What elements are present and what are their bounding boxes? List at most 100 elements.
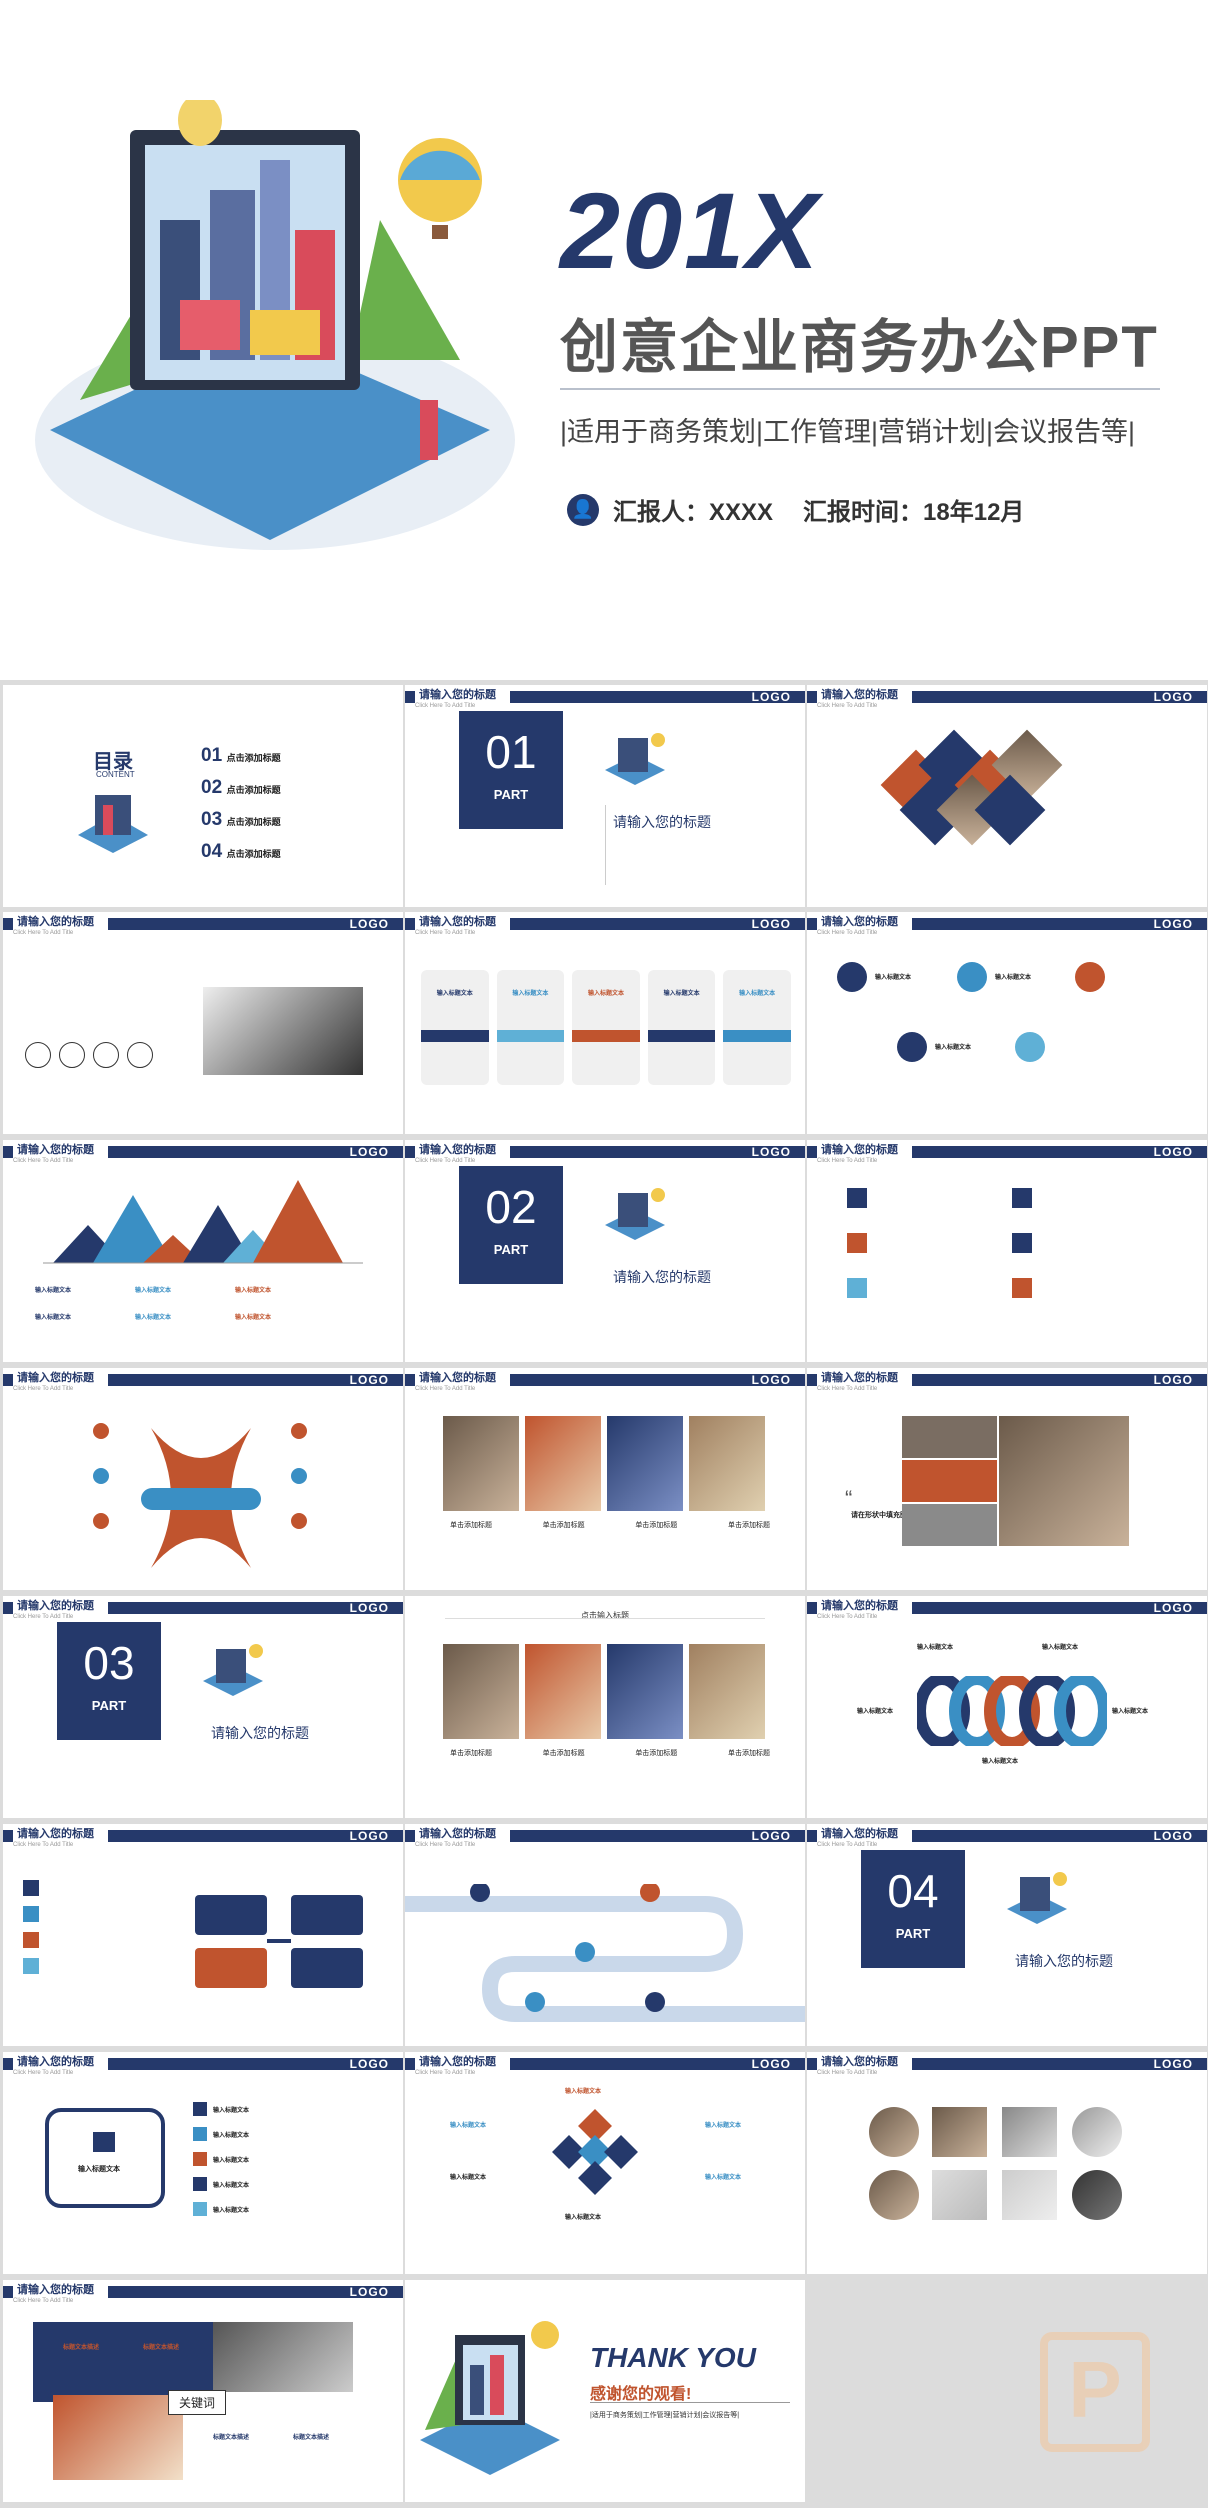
toc-label: 点击添加标题 — [226, 785, 281, 795]
thank-you-tags: |适用于商务策划|工作管理|营销计划|会议报告等| — [590, 2412, 740, 2419]
slide-part-04[interactable]: 请输入您的标题 Click Here To Add Title LOGO 04 PAR… — [807, 1824, 1207, 2046]
city-icon — [605, 1188, 665, 1240]
dot-icon — [93, 1468, 109, 1484]
photo — [1002, 2170, 1057, 2220]
part-title: 请输入您的标题 — [613, 1269, 711, 1285]
thank-you-title: THANK YOU — [590, 2342, 756, 2373]
reporter-label: 汇报人：XXXX — [613, 499, 774, 526]
toc-num: 04 — [201, 841, 223, 862]
doc-icon — [23, 1958, 39, 1974]
slide-mountains-chart[interactable]: 请输入您的标题 Click Here To Add Title LOGO 输入标题文… — [3, 1140, 403, 1362]
part-title: 请输入您的标题 — [1015, 1953, 1113, 1969]
city-icon — [78, 795, 148, 853]
photo — [932, 2107, 987, 2157]
circle-photo — [1072, 2107, 1122, 2157]
slide-quote-grid[interactable]: 请输入您的标题 Click Here To Add Title LOGO “ 请在形… — [807, 1368, 1207, 1590]
slide-road[interactable]: 请输入您的标题 Click Here To Add Title LOGO — [405, 1824, 805, 2046]
divider — [605, 805, 606, 885]
photo — [932, 2170, 987, 2220]
slide-part-01[interactable]: 请输入您的标题 Click Here To Add Title LOGO 01 PAR… — [405, 685, 805, 907]
circle-photo — [869, 2170, 919, 2220]
slide-diamond-cluster[interactable]: 请输入您的标题 Click Here To Add Title LOGO 输入标题文… — [405, 2052, 805, 2274]
photo — [443, 1644, 519, 1739]
cover-slide[interactable]: 201X 创意企业商务办公PPT |适用于商务策划|工作管理|营销计划|会议报告… — [0, 0, 1208, 680]
photo-grid — [999, 1416, 1129, 1546]
gear-icon — [23, 1906, 39, 1922]
toc-num: 03 — [201, 809, 223, 830]
slide-toc[interactable]: 目录 CONTENT 01 点击添加标题 02 点击添加标题 03 点击添加标题… — [3, 685, 403, 907]
toc-label: 点击添加标题 — [226, 753, 281, 763]
camera-icon — [1075, 962, 1105, 992]
gear-icon — [847, 1278, 867, 1298]
box — [195, 1895, 267, 1935]
box — [291, 1895, 363, 1935]
toc-subtitle: CONTENT — [96, 770, 135, 779]
slide-photo-text[interactable]: 请输入您的标题 Click Here To Add Title LOGO — [3, 912, 403, 1134]
text-block — [902, 1416, 997, 1458]
camera-icon — [1015, 1032, 1045, 1062]
photo — [53, 2395, 183, 2480]
slide-five-cards[interactable]: 请输入您的标题 Click Here To Add Title LOGO 输入标题文… — [405, 912, 805, 1134]
slide-thank-you[interactable]: THANK YOU 感谢您的观看! |适用于商务策划|工作管理|营销计划|会议报… — [405, 2280, 805, 2502]
slide-keyword[interactable]: 请输入您的标题 Click Here To Add Title LOGO 关键词 标… — [3, 2280, 403, 2502]
dot-icon — [291, 1468, 307, 1484]
dot-icon — [93, 1423, 109, 1439]
circle-row — [25, 1042, 153, 1068]
search-icon — [847, 1188, 867, 1208]
slide-diamonds[interactable]: 请输入您的标题 Click Here To Add Title LOGO — [807, 685, 1207, 907]
heart-icon — [1012, 1278, 1032, 1298]
people-icon — [1012, 1188, 1032, 1208]
photo — [607, 1644, 683, 1739]
photo — [525, 1416, 601, 1511]
city-icon — [1007, 1872, 1067, 1924]
keyword-label: 关键词 — [168, 2390, 227, 2415]
icon-grid: 输入标题文本 输入标题文本 输入标题文本 输入标题文本 输入标题文本 输入标题文本 — [35, 1288, 272, 1321]
photo — [213, 2322, 353, 2392]
x-petal-shape — [141, 1428, 261, 1568]
handshake-photo — [203, 987, 363, 1075]
slide-boxes[interactable]: 请输入您的标题 Click Here To Add Title LOGO — [3, 1824, 403, 2046]
cover-reporter-row: 👤 汇报人：XXXX 汇报时间：18年12月 — [567, 492, 1024, 527]
dot-icon — [291, 1513, 307, 1529]
slide-header: 请输入您的标题 Click Here To Add Title LOGO — [405, 685, 805, 709]
cover-divider — [560, 388, 1160, 390]
slide-icon-list[interactable]: 请输入您的标题 Click Here To Add Title LOGO — [807, 1140, 1207, 1362]
check-icon — [897, 1032, 927, 1062]
slide-x-shape[interactable]: 请输入您的标题 Click Here To Add Title LOGO — [3, 1368, 403, 1590]
circle-photo — [869, 2107, 919, 2157]
logo: LOGO — [751, 690, 791, 704]
toc-num: 02 — [201, 777, 223, 798]
mail-icon — [23, 1932, 39, 1948]
thank-you-sub: 感谢您的观看! — [590, 2386, 692, 2403]
part-title: 请输入您的标题 — [211, 1725, 309, 1741]
slide-rings[interactable]: 请输入您的标题 Click Here To Add Title LOGO 输入标题文… — [807, 1596, 1207, 1818]
report-time: 汇报时间：18年12月 — [803, 499, 1025, 526]
text-block — [902, 1504, 997, 1546]
slide-part-02[interactable]: 请输入您的标题 Click Here To Add Title LOGO 02 PAR… — [405, 1140, 805, 1362]
slide-tree[interactable]: 请输入您的标题 Click Here To Add Title LOGO 输入标题文… — [3, 2052, 403, 2274]
link-icon — [1012, 1233, 1032, 1253]
city-illustration — [420, 2321, 560, 2475]
slide-arrow-icons[interactable]: 请输入您的标题 Click Here To Add Title LOGO 输入标题文… — [807, 912, 1207, 1134]
calendar-icon — [837, 962, 867, 992]
part-title: 请输入您的标题 — [613, 814, 711, 830]
slide-circle-photos[interactable]: 请输入您的标题 Click Here To Add Title LOGO — [807, 2052, 1207, 2274]
text-block — [902, 1460, 997, 1502]
photo-captions: 单击添加标题 单击添加标题 单击添加标题 单击添加标题 — [450, 1522, 770, 1529]
slide-part-03[interactable]: 请输入您的标题 Click Here To Add Title LOGO 03 PAR… — [3, 1596, 403, 1818]
part-badge: 01 PART — [459, 711, 563, 829]
part-badge: 04 PART — [861, 1850, 965, 1968]
chart-icon — [23, 1880, 39, 1896]
winding-road — [405, 1884, 805, 2022]
slide-four-photos-b[interactable]: 点击输入标题 单击添加标题 单击添加标题 单击添加标题 单击添加标题 — [405, 1596, 805, 1818]
photo — [443, 1416, 519, 1511]
cover-year: 201X — [560, 170, 821, 291]
quote-icon: “ — [845, 1486, 853, 1511]
watermark-logo: P — [1040, 2332, 1150, 2452]
toc-list: 01 点击添加标题 02 点击添加标题 03 点击添加标题 04 点击添加标题 — [201, 741, 281, 869]
slide-four-photos-a[interactable]: 请输入您的标题 Click Here To Add Title LOGO 单击添加标… — [405, 1368, 805, 1590]
card-row: 输入标题文本 输入标题文本 输入标题文本 输入标题文本 输入标题文本 — [421, 970, 791, 1085]
user-icon: 👤 — [567, 493, 599, 526]
cover-tags: |适用于商务策划|工作管理|营销计划|会议报告等| — [560, 417, 1136, 447]
dot-icon — [291, 1423, 307, 1439]
